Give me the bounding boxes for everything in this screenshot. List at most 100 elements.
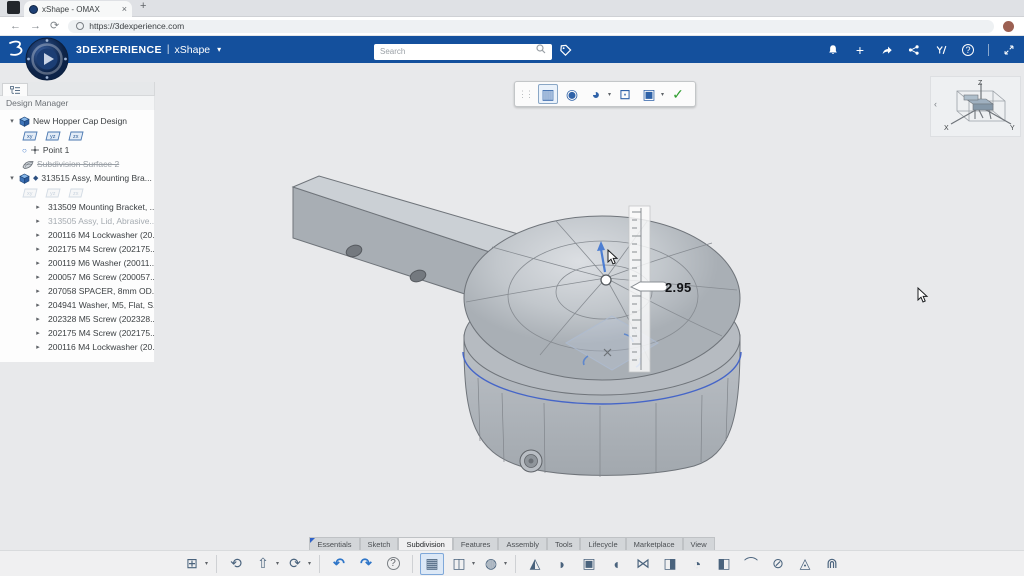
browser-tab[interactable]: xShape - OMAX ×: [24, 1, 132, 17]
axis-z-label[interactable]: Z: [978, 80, 983, 87]
update-part-button[interactable]: ⟲: [224, 553, 248, 575]
collapse-caret-icon[interactable]: ▸: [34, 259, 42, 267]
cut-sphere-button[interactable]: ◔: [685, 553, 709, 575]
shell-surface-button[interactable]: ◖: [604, 553, 628, 575]
collapse-caret-icon[interactable]: ▸: [34, 329, 42, 337]
chevron-down-icon[interactable]: ▾: [205, 560, 208, 567]
tab-close-icon[interactable]: ×: [122, 5, 127, 14]
frame-face-button[interactable]: ▣: [577, 553, 601, 575]
compass-logo[interactable]: [24, 36, 70, 82]
chevron-down-icon[interactable]: ▾: [608, 91, 611, 98]
plane-zx-icon[interactable]: zx: [68, 130, 85, 142]
box-primitive-button[interactable]: ▦: [420, 553, 444, 575]
tree-item-part[interactable]: ▸ 204941 Washer, M5, Flat, S...: [0, 298, 154, 312]
resize-collapse-icon[interactable]: [1002, 43, 1016, 57]
split-face-button[interactable]: ⊘: [766, 553, 790, 575]
new-tab-button[interactable]: +: [140, 0, 146, 12]
bend-curve-button[interactable]: ⌒: [739, 553, 763, 575]
bridge-faces-button[interactable]: ⋒: [820, 553, 844, 575]
model-bolt[interactable]: [520, 450, 542, 472]
app-switcher[interactable]: 3DEXPERIENCE | xShape ▾: [76, 36, 221, 63]
expand-caret-icon[interactable]: ▾: [8, 117, 16, 125]
assistant-y-slash-icon[interactable]: [934, 43, 948, 57]
tab-assembly[interactable]: Assembly: [498, 537, 547, 550]
manipulators-tool-button[interactable]: ▥: [538, 84, 558, 104]
help-icon[interactable]: ?: [961, 43, 975, 57]
add-plus-icon[interactable]: +: [853, 43, 867, 57]
tree-item-part[interactable]: ▸ 202175 M4 Screw (202175...: [0, 326, 154, 340]
profile-avatar[interactable]: [1003, 21, 1014, 32]
plane-yz-icon[interactable]: yz: [45, 187, 62, 199]
check-update-tool-button[interactable]: ✓: [668, 84, 688, 104]
view-cube[interactable]: Z X Y: [931, 77, 1020, 136]
cylinder-primitive-button[interactable]: ◫: [447, 553, 471, 575]
revolve-surface-button[interactable]: ◗: [550, 553, 574, 575]
snap-tool-button[interactable]: ⊡: [615, 84, 635, 104]
tree-item-assembly[interactable]: ▾ ◆ 313515 Assy, Mounting Bra...: [0, 171, 154, 185]
new-content-button[interactable]: ⊞: [180, 553, 204, 575]
search-input[interactable]: [374, 44, 552, 60]
extrude-face-button[interactable]: ◭: [523, 553, 547, 575]
view-cube-panel[interactable]: ‹ Z X Y: [930, 76, 1021, 137]
collapse-caret-icon[interactable]: ▸: [34, 287, 42, 295]
tree-item-part[interactable]: ▸ 200057 M6 Screw (200057...: [0, 270, 154, 284]
tree-item-part[interactable]: ▸ 200116 M4 Lockwasher (20...: [0, 228, 154, 242]
plane-zx-icon[interactable]: zx: [68, 187, 85, 199]
tab-subdivision[interactable]: Subdivision: [398, 537, 452, 550]
plane-xy-icon[interactable]: xy: [22, 187, 39, 199]
tree-view-tab[interactable]: [2, 83, 28, 96]
tree-item-root[interactable]: ▾ New Hopper Cap Design: [0, 114, 154, 128]
tab-view[interactable]: View: [683, 537, 715, 550]
tree-item-part[interactable]: ▸ 202175 M4 Screw (202175...: [0, 242, 154, 256]
notifications-bell-icon[interactable]: [826, 43, 840, 57]
share-upload-button[interactable]: ⇧: [251, 553, 275, 575]
collapse-caret-icon[interactable]: ▸: [34, 343, 42, 351]
tab-features[interactable]: Features: [453, 537, 499, 550]
tree-item-point[interactable]: ○ Point 1: [0, 143, 154, 157]
refresh-sync-button[interactable]: ⟳: [283, 553, 307, 575]
axis-y-label[interactable]: Y: [1010, 125, 1015, 132]
help-button[interactable]: ?: [381, 553, 405, 575]
chevron-down-icon[interactable]: ▾: [504, 560, 507, 567]
collapse-caret-icon[interactable]: ▸: [34, 245, 42, 253]
tree-item-subdivision-surface[interactable]: Subdivision Surface 2: [0, 157, 154, 171]
trim-face-button[interactable]: ◬: [793, 553, 817, 575]
chevron-down-icon[interactable]: ▾: [308, 560, 311, 567]
dimension-value-label[interactable]: 2.95: [665, 280, 692, 295]
tree-item-part[interactable]: ▸ 202328 M5 Screw (202328...: [0, 312, 154, 326]
weld-vertices-button[interactable]: ◧: [712, 553, 736, 575]
address-bar[interactable]: https://3dexperience.com: [68, 20, 994, 33]
control-point[interactable]: [601, 275, 611, 285]
collapse-chevron-icon[interactable]: ‹: [934, 99, 937, 109]
sphere-primitive-button[interactable]: ◍: [479, 553, 503, 575]
redo-button[interactable]: ↷: [354, 553, 378, 575]
render-style-tool-button[interactable]: ▣: [639, 84, 659, 104]
refresh-icon[interactable]: ⟳: [50, 21, 59, 32]
tab-marketplace[interactable]: Marketplace: [626, 537, 683, 550]
share-arrow-icon[interactable]: [880, 43, 894, 57]
tree-item-part[interactable]: ▸ 207058 SPACER, 8mm OD...: [0, 284, 154, 298]
display-sphere-tool-button[interactable]: ◉: [562, 84, 582, 104]
tab-lifecycle[interactable]: Lifecycle: [580, 537, 625, 550]
view-section-tool-button[interactable]: ◕: [586, 84, 606, 104]
collapse-caret-icon[interactable]: ▸: [34, 217, 42, 225]
tab-essentials[interactable]: Essentials: [309, 537, 359, 550]
fill-face-button[interactable]: ◨: [658, 553, 682, 575]
tree-item-part[interactable]: ▸ 313509 Mounting Bracket, ...: [0, 200, 154, 214]
back-icon[interactable]: ←: [10, 21, 21, 32]
visibility-dot-icon[interactable]: ○: [22, 146, 27, 155]
chevron-down-icon[interactable]: ▾: [661, 91, 664, 98]
tag-icon[interactable]: [559, 44, 572, 57]
chevron-down-icon[interactable]: ▾: [276, 560, 279, 567]
forward-icon[interactable]: →: [30, 21, 41, 32]
plane-xy-icon[interactable]: xy: [22, 130, 39, 142]
tree-item-part[interactable]: ▸ 200116 M4 Lockwasher (20...: [0, 340, 154, 354]
loop-edge-button[interactable]: ⋈: [631, 553, 655, 575]
expand-caret-icon[interactable]: ▾: [8, 174, 16, 182]
collapse-caret-icon[interactable]: ▸: [34, 203, 42, 211]
undo-button[interactable]: ↶: [327, 553, 351, 575]
collapse-caret-icon[interactable]: ▸: [34, 301, 42, 309]
collapse-caret-icon[interactable]: ▸: [34, 315, 42, 323]
tree-item-part[interactable]: ▸ 200119 M6 Washer (20011...: [0, 256, 154, 270]
search-box[interactable]: [374, 41, 552, 60]
